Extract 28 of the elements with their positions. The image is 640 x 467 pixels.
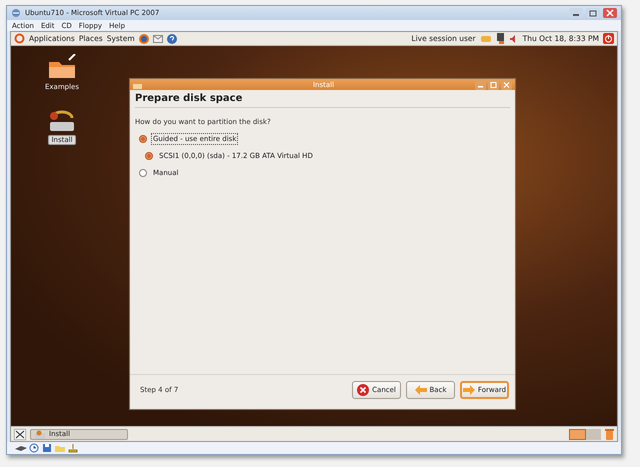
ubuntu-logo-icon bbox=[14, 33, 25, 44]
minimize-button[interactable] bbox=[569, 8, 583, 18]
left-arrow-icon bbox=[414, 384, 426, 396]
radio-button[interactable] bbox=[139, 169, 147, 177]
trash-icon bbox=[605, 428, 614, 440]
mouse-icon bbox=[15, 443, 27, 453]
envelope-icon[interactable] bbox=[152, 34, 163, 44]
maximize-button[interactable] bbox=[586, 8, 600, 18]
cancel-icon bbox=[357, 384, 370, 396]
help-icon[interactable] bbox=[166, 34, 177, 44]
right-arrow-icon bbox=[462, 384, 475, 396]
show-desktop-icon[interactable] bbox=[14, 428, 26, 440]
close-button[interactable] bbox=[603, 8, 617, 18]
folder-icon bbox=[47, 54, 77, 80]
app-icon bbox=[11, 8, 21, 18]
browser-icon[interactable] bbox=[138, 34, 149, 44]
workspace-switcher[interactable] bbox=[569, 428, 601, 440]
computer-icon bbox=[496, 33, 505, 44]
radio-button[interactable] bbox=[145, 152, 153, 160]
folder-icon bbox=[54, 443, 66, 453]
maximize-button[interactable] bbox=[488, 80, 499, 90]
power-icon bbox=[603, 33, 614, 44]
radio-button[interactable] bbox=[139, 135, 147, 143]
clock-icon bbox=[28, 443, 40, 453]
close-button[interactable] bbox=[501, 80, 512, 90]
network-icon bbox=[67, 443, 79, 453]
section-heading: Prepare disk space bbox=[135, 93, 510, 108]
minimize-button[interactable] bbox=[475, 80, 486, 90]
